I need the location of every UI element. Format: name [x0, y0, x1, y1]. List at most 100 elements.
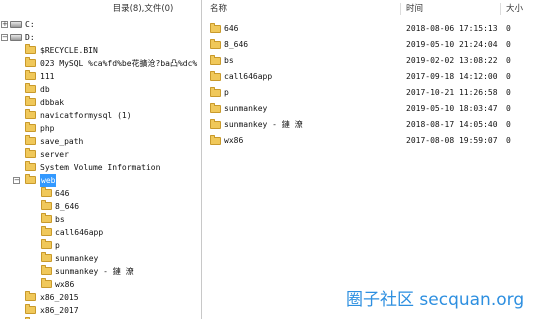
tree-item[interactable]: db [0, 83, 201, 96]
column-separator[interactable] [400, 3, 401, 15]
file-time: 2018-08-17 14:05:40 [406, 120, 498, 129]
folder-icon [25, 161, 36, 171]
tree-item-label: wx86 [55, 280, 75, 289]
tree-item[interactable]: bs [0, 213, 201, 226]
folder-icon [25, 174, 36, 184]
tree-item[interactable]: 111 [0, 70, 201, 83]
tree-item-label: sunmankey [55, 254, 99, 263]
tree-item[interactable]: System Volume Information [0, 161, 201, 174]
file-size: 0 [506, 88, 511, 97]
tree-item[interactable]: − web [0, 174, 201, 187]
folder-icon [210, 23, 221, 33]
tree-item[interactable]: 8_646 [0, 200, 201, 213]
file-size: 0 [506, 120, 511, 129]
directory-tree-panel: 目录(8),文件(0) + C: − D: $RECYCLE.BIN 023 MySQL … [0, 0, 202, 319]
file-time: 2017-09-18 14:12:00 [406, 72, 498, 81]
folder-icon [25, 70, 36, 80]
expander-icon[interactable]: − [1, 34, 8, 41]
tree-item[interactable]: sunmankey - 鏈 潦 [0, 265, 201, 278]
file-time: 2019-05-10 21:24:04 [406, 40, 498, 49]
drive-icon [10, 21, 22, 28]
file-row[interactable]: 646 2018-08-06 17:15:13 0 [202, 21, 554, 37]
tree-item-label: sunmankey - 鏈 潦 [55, 267, 134, 276]
folder-icon [210, 39, 221, 49]
file-row[interactable]: call646app 2017-09-18 14:12:00 0 [202, 69, 554, 85]
tree-item-label: D: [25, 33, 35, 42]
tree-item[interactable]: x86_2015 [0, 291, 201, 304]
tree-item-label: save_path [40, 137, 84, 146]
column-header-name[interactable]: 名称 [210, 0, 227, 18]
folder-icon [25, 83, 36, 93]
tree-item-label: 646 [55, 189, 70, 198]
file-size: 0 [506, 72, 511, 81]
tree-item[interactable]: navicatformysql (1) [0, 109, 201, 122]
tree-item-label: bs [55, 215, 65, 224]
file-size: 0 [506, 136, 511, 145]
expander-icon[interactable]: − [13, 177, 20, 184]
folder-icon [25, 57, 36, 67]
tree-item[interactable]: call646app [0, 226, 201, 239]
tree-item[interactable]: save_path [0, 135, 201, 148]
tree-item[interactable]: 646 [0, 187, 201, 200]
file-name: bs [224, 56, 234, 65]
file-name: wx86 [224, 136, 244, 145]
tree-item[interactable]: x86_2017 [0, 304, 201, 317]
file-row[interactable]: sunmankey 2019-05-10 18:03:47 0 [202, 101, 554, 117]
tree-item[interactable]: server [0, 148, 201, 161]
file-time: 2019-05-10 18:03:47 [406, 104, 498, 113]
file-name: 8_646 [224, 40, 249, 49]
folder-icon [210, 119, 221, 129]
folder-icon [41, 200, 52, 210]
file-row[interactable]: bs 2019-02-02 13:08:22 0 [202, 53, 554, 69]
folder-icon [210, 103, 221, 113]
directory-count-header: 目录(8),文件(0) [112, 4, 174, 14]
tree-item-label: $RECYCLE.BIN [40, 46, 98, 55]
tree-item[interactable]: wx86 [0, 278, 201, 291]
file-time: 2019-02-02 13:08:22 [406, 56, 498, 65]
tree-item-label: server [40, 150, 69, 159]
column-header-size[interactable]: 大小 [506, 0, 523, 18]
file-size: 0 [506, 56, 511, 65]
tree-item[interactable]: p [0, 239, 201, 252]
tree-item[interactable]: $RECYCLE.BIN [0, 44, 201, 57]
file-row[interactable]: p 2017-10-21 11:26:58 0 [202, 85, 554, 101]
file-size: 0 [506, 104, 511, 113]
directory-tree: + C: − D: $RECYCLE.BIN 023 MySQL %ca%fd%be花擴沧… [0, 18, 201, 319]
folder-icon [25, 304, 36, 314]
tree-item[interactable]: − D: [0, 31, 201, 44]
folder-icon [210, 71, 221, 81]
column-header-time[interactable]: 时间 [406, 0, 423, 18]
tree-item-label: call646app [55, 228, 104, 237]
tree-item[interactable]: dbbak [0, 96, 201, 109]
folder-icon [41, 252, 52, 262]
tree-item[interactable]: 023 MySQL %ca%fd%be花擴沧?ba凸%dc% [0, 57, 201, 70]
folder-icon [210, 55, 221, 65]
file-time: 2017-08-08 19:59:07 [406, 136, 498, 145]
tree-item[interactable]: sunmankey [0, 252, 201, 265]
file-list-header: 名称 时间 大小 [202, 0, 554, 18]
file-row[interactable]: sunmankey - 鏈 潦 2018-08-17 14:05:40 0 [202, 117, 554, 133]
tree-item-label: p [55, 241, 60, 250]
folder-icon [41, 226, 52, 236]
folder-icon [25, 291, 36, 301]
drive-icon [10, 34, 22, 41]
column-separator[interactable] [500, 3, 501, 15]
file-size: 0 [506, 24, 511, 33]
folder-icon [25, 148, 36, 158]
file-name: 646 [224, 24, 239, 33]
expander-icon[interactable]: + [1, 21, 8, 28]
file-time: 2018-08-06 17:15:13 [406, 24, 498, 33]
folder-icon [210, 135, 221, 145]
tree-item-label: System Volume Information [40, 163, 161, 172]
folder-icon [41, 278, 52, 288]
tree-item-label: dbbak [40, 98, 65, 107]
tree-item-label: 023 MySQL %ca%fd%be花擴沧?ba凸%dc% [40, 59, 198, 68]
folder-icon [25, 109, 36, 119]
file-row[interactable]: 8_646 2019-05-10 21:24:04 0 [202, 37, 554, 53]
file-row[interactable]: wx86 2017-08-08 19:59:07 0 [202, 133, 554, 149]
tree-item-label: x86_2015 [40, 293, 79, 302]
tree-item[interactable]: + C: [0, 18, 201, 31]
tree-item[interactable]: php [0, 122, 201, 135]
folder-icon [25, 122, 36, 132]
folder-icon [210, 87, 221, 97]
